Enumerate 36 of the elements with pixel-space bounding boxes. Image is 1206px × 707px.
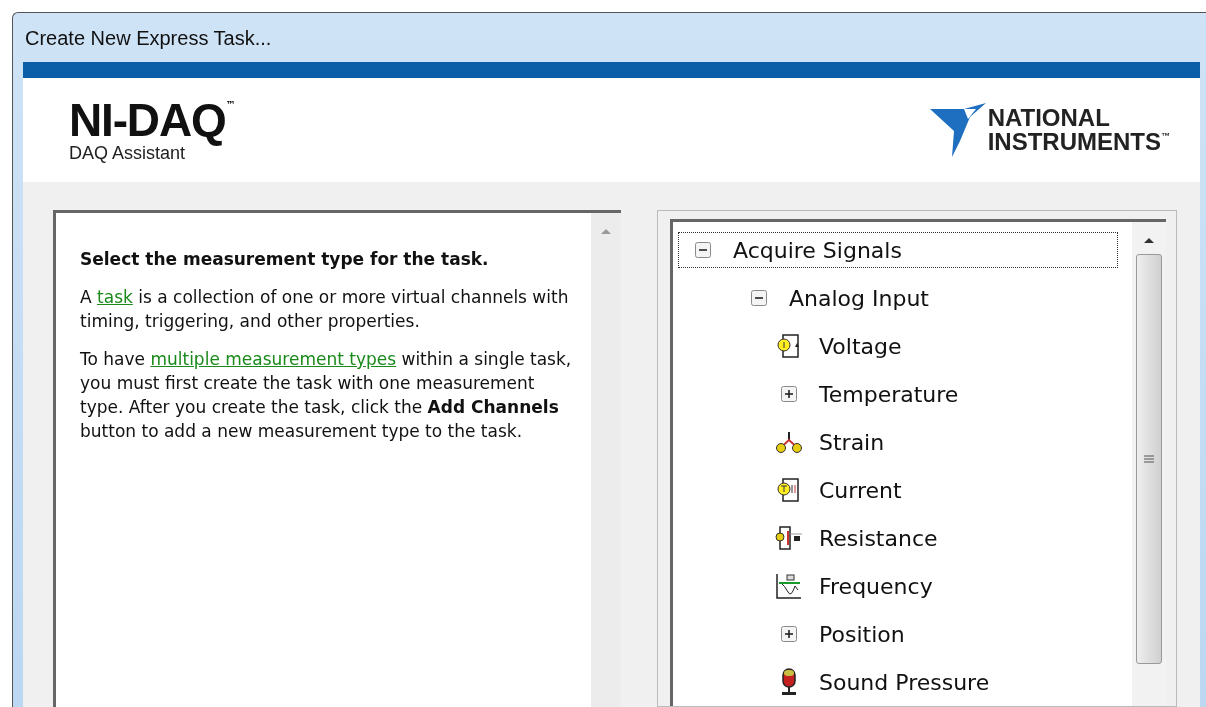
voltage-source-icon [776,332,802,360]
scroll-up-icon[interactable] [1143,236,1155,244]
scroll-thumb[interactable] [1136,254,1162,664]
trademark-sign: ™ [1161,130,1170,142]
tree-item[interactable]: Sound Pressure [765,665,990,699]
help-heading: Select the measurement type for the task. [80,248,490,271]
help-link[interactable]: multiple measurement types [150,349,397,369]
help-paragraph: A task is a collection of one or more virtual channels with timing, triggering, and other properties. [80,286,570,333]
help-link[interactable]: task [97,287,133,307]
collapse-icon[interactable] [695,242,711,258]
tree-item[interactable]: Position [765,617,905,651]
tree-item[interactable]: Analog Input [735,281,929,315]
current-source-icon [776,476,802,504]
strain-gauge-icon [775,430,803,454]
scrollbar[interactable] [1132,222,1166,706]
resistor-icon [775,524,803,552]
tree-item[interactable]: Strain [765,425,885,459]
expand-icon[interactable] [781,386,797,402]
scrollbar[interactable] [591,213,621,707]
window-title: Create New Express Task... [25,25,272,51]
trademark-sign: ™ [225,98,236,112]
help-paragraph: To have multiple measurement types within a single task, you must first create the task with one measurement type. After you create the task, click the Add Channels button to add a new measurement type to the task. [80,348,573,443]
expand-icon[interactable] [781,626,797,642]
frequency-graph-icon [775,572,803,600]
collapse-icon[interactable] [751,290,767,306]
product-subtitle: DAQ Assistant [69,143,186,163]
company-name: INSTRUMENTS [987,130,1161,154]
tree-item[interactable]: Temperature [765,377,959,411]
tree-item[interactable]: Acquire Signals [679,233,1117,267]
company-name: NATIONAL [987,106,1111,130]
tree-item[interactable]: Frequency [765,569,933,603]
eagle-logo-icon [929,101,988,159]
tree-item[interactable]: Resistance [765,521,938,555]
tree-item[interactable]: Voltage [765,329,902,363]
grip-icon [1144,454,1154,464]
tree-item[interactable]: Current [765,473,902,507]
